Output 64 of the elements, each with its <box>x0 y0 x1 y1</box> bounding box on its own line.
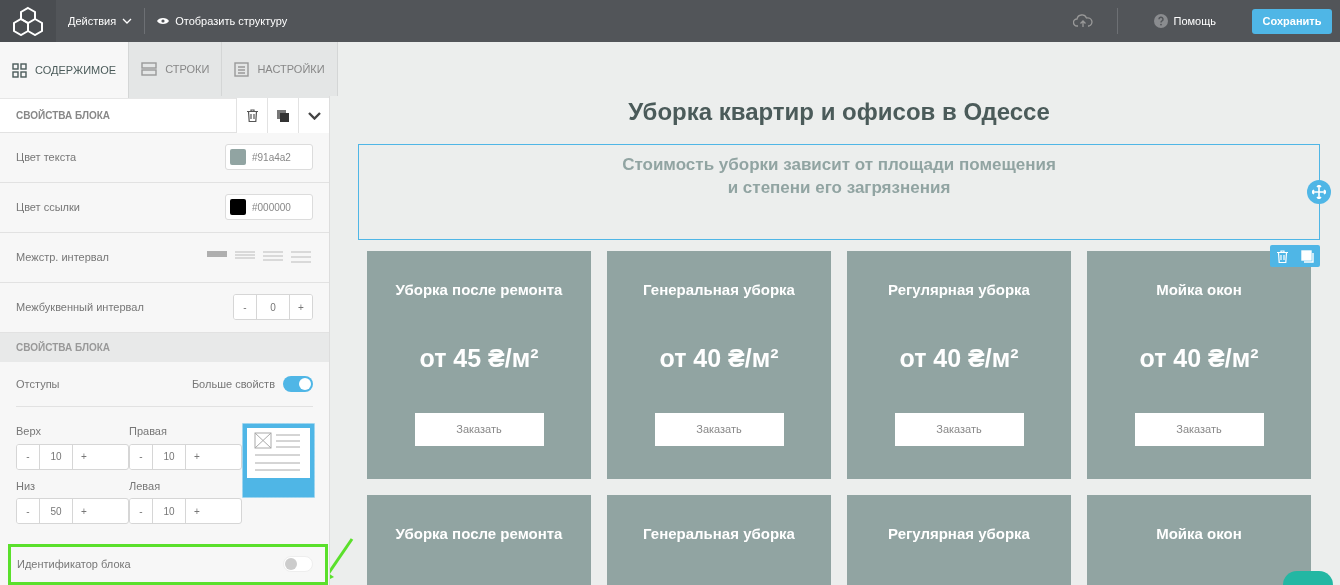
copy-icon <box>277 109 289 122</box>
actions-menu[interactable]: Действия <box>56 0 145 42</box>
toggle-switch[interactable] <box>283 376 313 393</box>
grid-icon <box>12 62 27 78</box>
color-field[interactable]: #91a4a2 <box>225 144 313 171</box>
show-structure-button[interactable]: Отобразить структуру <box>145 0 300 42</box>
field-label: Цвет текста <box>16 150 77 166</box>
help-icon <box>1153 14 1168 28</box>
price-text: от 40 ₴/м² <box>659 342 779 374</box>
card-title: Мойка окон <box>1156 280 1242 300</box>
toggle-switch[interactable] <box>283 556 313 573</box>
color-field[interactable]: #000000 <box>225 194 313 221</box>
order-button[interactable]: Заказать <box>894 413 1024 446</box>
field-label: Низ <box>16 478 37 494</box>
price-text: от 40 ₴/м² <box>899 342 1019 374</box>
move-icon <box>1312 185 1326 199</box>
tab[interactable]: СОДЕРЖИМОЕ <box>0 42 130 98</box>
card-title: Регулярная уборка <box>888 524 1030 544</box>
line-spacing-option[interactable] <box>261 251 285 264</box>
card-title: Генеральная уборка <box>643 280 795 300</box>
section-title: СВОЙСТВА БЛОКА <box>15 108 112 123</box>
field-label: Больше свойств <box>191 376 275 392</box>
move-handle[interactable] <box>1307 180 1331 204</box>
duplicate-button[interactable] <box>267 98 298 133</box>
cloud-upload-icon[interactable] <box>1072 14 1093 28</box>
panel-icon <box>234 61 250 77</box>
number-field[interactable]: 10 <box>152 499 186 524</box>
order-button[interactable]: Заказать <box>654 413 784 446</box>
help-button[interactable]: Помощь <box>1141 0 1228 42</box>
number-field[interactable]: 50 <box>39 499 73 524</box>
card-title: Мойка окон <box>1156 524 1242 544</box>
chat-button[interactable] <box>1283 571 1333 585</box>
field-label: Идентификатор блока <box>17 557 131 573</box>
page-heading: Уборка квартир и офисов в Одессе <box>627 97 1051 127</box>
field-label: Левая <box>129 478 162 494</box>
order-button[interactable]: Заказать <box>1134 413 1264 446</box>
rows-icon <box>141 62 158 76</box>
number-field[interactable]: 10 <box>152 444 186 469</box>
eye-icon <box>157 17 170 25</box>
field-label: Межстр. интервал <box>16 250 110 266</box>
field-label: Верх <box>16 424 42 440</box>
order-button[interactable]: Заказать <box>414 413 544 446</box>
field-label: Межбуквенный интервал <box>16 300 144 316</box>
number-field[interactable]: 0 <box>256 295 290 320</box>
card-title: Уборка после ремонта <box>395 524 563 544</box>
card-title: Регулярная уборка <box>888 280 1030 300</box>
price-text: от 45 ₴/м² <box>419 342 539 374</box>
chevron-down-icon <box>122 18 133 24</box>
field-label: Правая <box>129 424 168 440</box>
number-field[interactable]: 10 <box>39 444 73 469</box>
price-text: от 40 ₴/м² <box>1139 342 1259 374</box>
chevron-down-icon <box>307 111 321 120</box>
section-title: СВОЙСТВА БЛОКА <box>0 332 329 363</box>
collapse-button[interactable] <box>298 98 329 133</box>
subtitle-text: Стоимость уборки зависит от площади помещения и степени его загрязнения <box>621 154 1057 199</box>
card-title: Уборка после ремонта <box>395 280 563 300</box>
field-label: Отступы <box>16 376 60 392</box>
copy-icon <box>1301 249 1314 263</box>
line-spacing-option[interactable] <box>289 251 313 264</box>
trash-icon <box>1277 249 1288 263</box>
field-label: Цвет ссылки <box>16 200 80 216</box>
card-title: Генеральная уборка <box>643 524 795 544</box>
delete-button[interactable] <box>236 98 267 133</box>
trash-icon <box>246 109 258 122</box>
